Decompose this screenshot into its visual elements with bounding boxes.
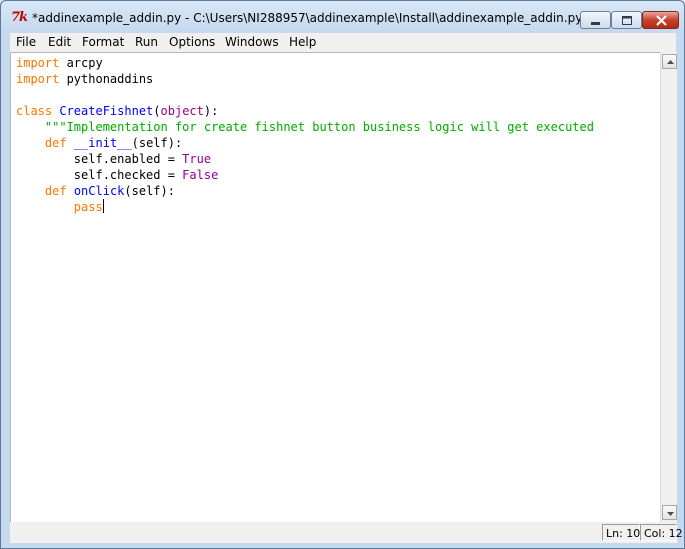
menu-windows[interactable]: Windows [225,35,279,50]
code-line-2: import pythonaddins [16,72,154,86]
code-line-1: import arcpy [16,56,103,70]
code-line-7: self.enabled = True [73,152,212,166]
menu-options[interactable]: Options [169,35,215,50]
code-line-4: class CreateFishnet(object): [16,104,219,118]
menu-format[interactable]: Format [82,35,124,50]
maximize-icon [622,16,632,25]
minimize-icon [591,22,600,25]
status-bar: Ln: 10 Col: 12 [10,522,683,543]
menu-bar: File Edit Format Run Options Windows Hel… [10,33,676,52]
window-title: *addinexample_addin.py - C:\Users\NI2889… [32,11,589,25]
code-line-5: """Implementation for create fishnet but… [44,120,594,134]
vertical-scrollbar[interactable] [660,52,677,522]
code-line-8: self.checked = False [73,168,219,182]
status-line-number: Ln: 10 [602,524,640,541]
code-line-9: def onClick(self): [44,184,175,198]
arrow-down-icon [667,512,674,516]
tk-feather-icon: 7k [11,10,28,25]
maximize-button[interactable] [611,11,642,29]
menu-file[interactable]: File [16,35,36,50]
menu-edit[interactable]: Edit [48,35,71,50]
menu-help[interactable]: Help [289,35,316,50]
title-bar[interactable]: 7k *addinexample_addin.py - C:\Users\NI2… [1,1,684,33]
text-cursor [102,199,104,213]
status-column-number: Col: 12 [640,524,683,541]
minimize-button[interactable] [580,11,611,29]
idle-editor-window: 7k *addinexample_addin.py - C:\Users\NI2… [0,0,685,549]
arrow-up-icon [667,60,674,64]
code-line-10: pass [73,199,104,214]
close-button[interactable] [642,11,679,29]
scroll-down-button[interactable] [662,505,677,520]
close-icon [656,15,667,26]
code-editor[interactable]: import arcpy import pythonaddins class C… [10,52,660,522]
menu-run[interactable]: Run [135,35,158,50]
scroll-up-button[interactable] [662,54,677,69]
code-line-6: def __init__(self): [44,136,183,150]
